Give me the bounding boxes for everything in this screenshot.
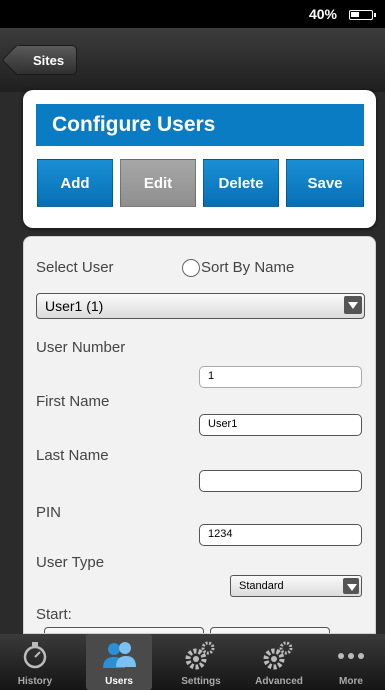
add-button[interactable]: Add	[37, 159, 113, 207]
last-name-label: Last Name	[36, 447, 109, 464]
battery-percent: 40%	[308, 6, 337, 22]
select-user-label: Select User	[36, 259, 114, 276]
user-select[interactable]: User1 (1)	[36, 293, 365, 319]
tab-bar: History Users Settings Advanced More	[0, 634, 385, 690]
users-icon	[103, 642, 136, 668]
first-name-field[interactable]: User1	[199, 414, 362, 436]
sort-by-name-checkbox[interactable]	[182, 259, 200, 277]
delete-button[interactable]: Delete	[203, 159, 279, 207]
user-form: Select User Sort By Name User1 (1) User …	[23, 236, 376, 634]
tab-more[interactable]: More	[318, 634, 384, 690]
tab-users[interactable]: Users	[86, 634, 152, 690]
start-label: Start:	[36, 606, 72, 623]
status-bar: 40%	[0, 0, 385, 28]
tab-users-label: Users	[105, 676, 133, 687]
user-type-label: User Type	[36, 554, 105, 571]
more-dots-icon	[338, 653, 364, 659]
start-date-field[interactable]	[44, 627, 204, 633]
save-button[interactable]: Save	[286, 159, 364, 207]
title-bar: Configure Users	[36, 104, 364, 146]
first-name-label: First Name	[36, 393, 110, 410]
gears-icon	[185, 641, 215, 670]
battery-icon	[349, 10, 376, 20]
user-select-value: User1 (1)	[45, 298, 104, 314]
tab-settings-label: Settings	[181, 676, 221, 687]
back-button[interactable]: Sites	[14, 45, 78, 75]
tab-history-label: History	[17, 676, 53, 687]
user-number-field[interactable]: 1	[199, 366, 362, 388]
last-name-field[interactable]	[199, 470, 362, 492]
page-title: Configure Users	[52, 113, 216, 136]
back-button-label: Sites	[33, 53, 65, 68]
chevron-down-icon	[343, 578, 359, 594]
user-number-label: User Number	[36, 339, 126, 356]
tab-advanced[interactable]: Advanced	[246, 634, 312, 690]
edit-button[interactable]: Edit	[120, 159, 196, 207]
tab-settings[interactable]: Settings	[168, 634, 234, 690]
pin-label: PIN	[36, 504, 62, 521]
gears-icon	[263, 641, 293, 670]
sort-by-name-label: Sort By Name	[201, 259, 295, 276]
tab-history[interactable]: History	[2, 634, 68, 690]
user-type-value: Standard	[239, 580, 284, 592]
chevron-down-icon	[344, 296, 362, 314]
stopwatch-icon	[23, 642, 47, 669]
tab-advanced-label: Advanced	[255, 676, 303, 687]
pin-field[interactable]: 1234	[199, 524, 362, 546]
user-type-select[interactable]: Standard	[230, 575, 362, 597]
tab-more-label: More	[339, 676, 363, 687]
start-time-field[interactable]	[210, 627, 330, 633]
